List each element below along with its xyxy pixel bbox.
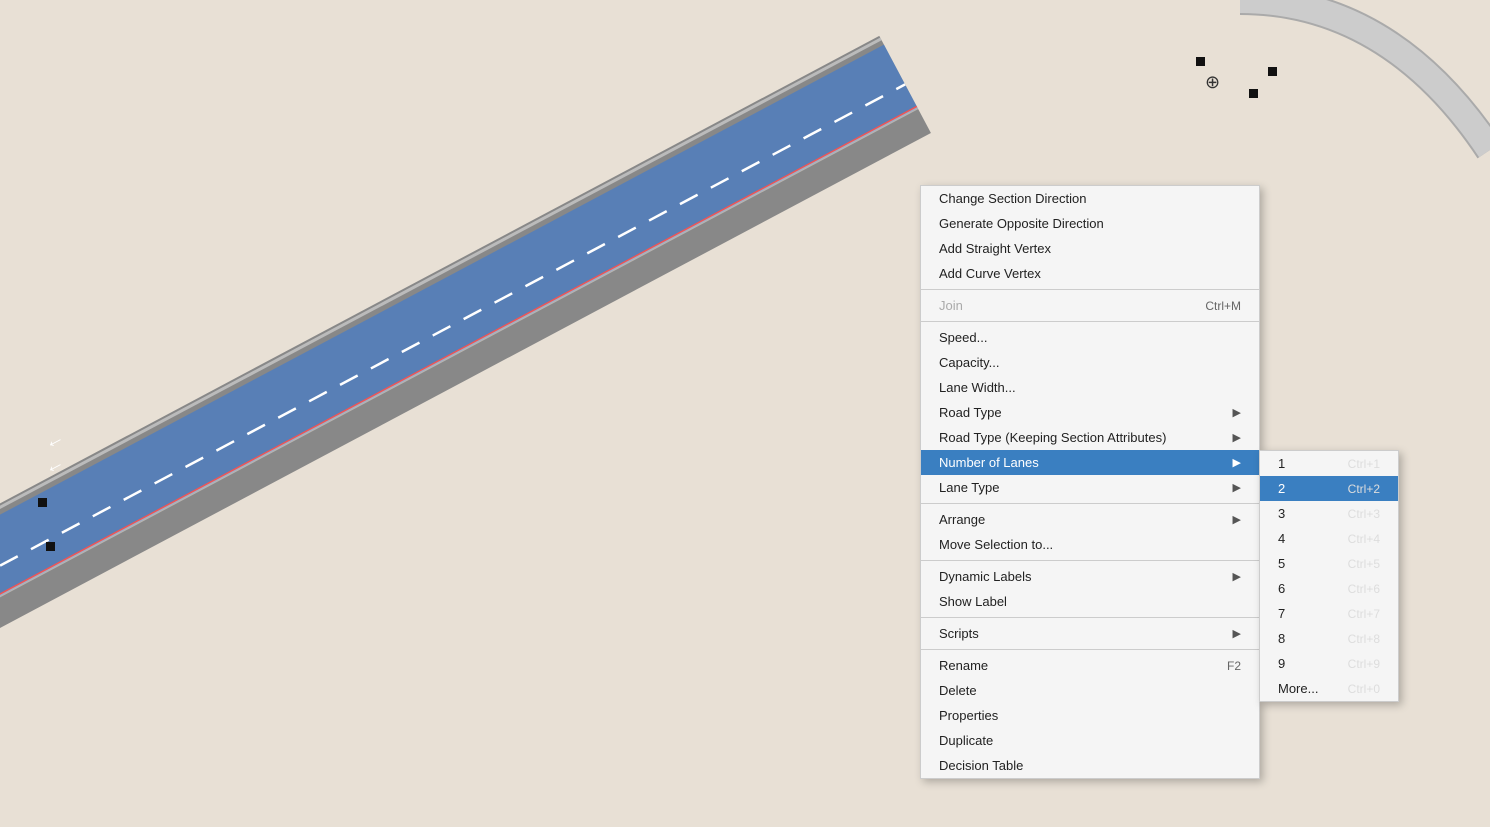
menu-item-rename[interactable]: Rename F2 bbox=[921, 653, 1259, 678]
submenu-item-label: 1 bbox=[1278, 456, 1285, 471]
menu-item-road-type-keeping[interactable]: Road Type (Keeping Section Attributes) ▶ bbox=[921, 425, 1259, 450]
submenu-item-lane-6[interactable]: 6 Ctrl+6 bbox=[1260, 576, 1398, 601]
menu-item-label: Duplicate bbox=[939, 733, 993, 748]
submenu-item-label: 4 bbox=[1278, 531, 1285, 546]
menu-item-label: Lane Width... bbox=[939, 380, 1016, 395]
submenu-item-label: 5 bbox=[1278, 556, 1285, 571]
svg-text:⊕: ⊕ bbox=[1205, 72, 1220, 92]
submenu-item-lane-1[interactable]: 1 Ctrl+1 bbox=[1260, 451, 1398, 476]
submenu-item-label: 8 bbox=[1278, 631, 1285, 646]
menu-item-label: Change Section Direction bbox=[939, 191, 1086, 206]
submenu-item-lane-3[interactable]: 3 Ctrl+3 bbox=[1260, 501, 1398, 526]
submenu-item-lane-5[interactable]: 5 Ctrl+5 bbox=[1260, 551, 1398, 576]
submenu-item-lane-4[interactable]: 4 Ctrl+4 bbox=[1260, 526, 1398, 551]
menu-item-join[interactable]: Join Ctrl+M bbox=[921, 293, 1259, 318]
submenu-item-lane-8[interactable]: 8 Ctrl+8 bbox=[1260, 626, 1398, 651]
menu-item-lane-type[interactable]: Lane Type ▶ bbox=[921, 475, 1259, 500]
submenu-item-label: 6 bbox=[1278, 581, 1285, 596]
submenu-item-shortcut: Ctrl+7 bbox=[1348, 607, 1380, 621]
menu-item-label: Road Type (Keeping Section Attributes) bbox=[939, 430, 1166, 445]
menu-separator bbox=[921, 649, 1259, 650]
menu-separator bbox=[921, 503, 1259, 504]
menu-item-road-type[interactable]: Road Type ▶ bbox=[921, 400, 1259, 425]
menu-item-speed[interactable]: Speed... bbox=[921, 325, 1259, 350]
menu-item-shortcut: F2 bbox=[1227, 659, 1241, 673]
menu-item-label: Delete bbox=[939, 683, 977, 698]
number-of-lanes-submenu: 1 Ctrl+1 2 Ctrl+2 3 Ctrl+3 4 Ctrl+4 5 Ctrl+5 6 Ctrl… bbox=[1259, 450, 1399, 702]
submenu-item-shortcut: Ctrl+1 bbox=[1348, 457, 1380, 471]
submenu-item-lane-7[interactable]: 7 Ctrl+7 bbox=[1260, 601, 1398, 626]
menu-item-shortcut: Ctrl+M bbox=[1205, 299, 1241, 313]
submenu-item-shortcut: Ctrl+6 bbox=[1348, 582, 1380, 596]
context-menu: Change Section Direction Generate Opposit… bbox=[920, 185, 1260, 779]
menu-item-label: Number of Lanes bbox=[939, 455, 1039, 470]
menu-item-label: Add Straight Vertex bbox=[939, 241, 1051, 256]
submenu-arrow-icon: ▶ bbox=[1233, 481, 1241, 494]
submenu-arrow-icon: ▶ bbox=[1233, 406, 1241, 419]
submenu-item-shortcut: Ctrl+9 bbox=[1348, 657, 1380, 671]
menu-item-label: Join bbox=[939, 298, 963, 313]
menu-item-label: Rename bbox=[939, 658, 988, 673]
menu-item-properties[interactable]: Properties bbox=[921, 703, 1259, 728]
menu-item-delete[interactable]: Delete bbox=[921, 678, 1259, 703]
menu-item-number-of-lanes[interactable]: Number of Lanes▶1Ctrl+12Ctrl+23Ctrl+34Ct… bbox=[921, 450, 1259, 475]
submenu-item-label: 7 bbox=[1278, 606, 1285, 621]
submenu-item-shortcut: Ctrl+5 bbox=[1348, 557, 1380, 571]
menu-item-label: Show Label bbox=[939, 594, 1007, 609]
menu-item-show-label[interactable]: Show Label bbox=[921, 589, 1259, 614]
menu-item-add-straight-vertex[interactable]: Add Straight Vertex bbox=[921, 236, 1259, 261]
submenu-arrow-icon: ▶ bbox=[1233, 431, 1241, 444]
menu-item-lane-width[interactable]: Lane Width... bbox=[921, 375, 1259, 400]
menu-item-label: Speed... bbox=[939, 330, 987, 345]
menu-item-label: Lane Type bbox=[939, 480, 999, 495]
submenu-item-shortcut: Ctrl+8 bbox=[1348, 632, 1380, 646]
menu-item-dynamic-labels[interactable]: Dynamic Labels ▶ bbox=[921, 564, 1259, 589]
submenu-arrow-icon: ▶ bbox=[1233, 513, 1241, 526]
menu-separator bbox=[921, 321, 1259, 322]
submenu-arrow-icon: ▶ bbox=[1233, 570, 1241, 583]
menu-item-label: Move Selection to... bbox=[939, 537, 1053, 552]
submenu-item-label: 2 bbox=[1278, 481, 1285, 496]
menu-item-generate-opposite-direction[interactable]: Generate Opposite Direction bbox=[921, 211, 1259, 236]
menu-item-label: Dynamic Labels bbox=[939, 569, 1032, 584]
menu-item-label: Decision Table bbox=[939, 758, 1023, 773]
menu-separator bbox=[921, 617, 1259, 618]
submenu-arrow-icon: ▶ bbox=[1233, 627, 1241, 640]
menu-item-label: Scripts bbox=[939, 626, 979, 641]
submenu-item-shortcut: Ctrl+0 bbox=[1348, 682, 1380, 696]
menu-item-scripts[interactable]: Scripts ▶ bbox=[921, 621, 1259, 646]
submenu-item-label: 9 bbox=[1278, 656, 1285, 671]
submenu-item-shortcut: Ctrl+3 bbox=[1348, 507, 1380, 521]
submenu-item-shortcut: Ctrl+2 bbox=[1348, 482, 1380, 496]
submenu-arrow-icon: ▶ bbox=[1233, 456, 1241, 469]
submenu-item-lane-2[interactable]: 2 Ctrl+2 bbox=[1260, 476, 1398, 501]
menu-item-label: Road Type bbox=[939, 405, 1002, 420]
menu-item-label: Arrange bbox=[939, 512, 985, 527]
menu-separator bbox=[921, 289, 1259, 290]
menu-item-label: Properties bbox=[939, 708, 998, 723]
menu-item-change-section-direction[interactable]: Change Section Direction bbox=[921, 186, 1259, 211]
menu-item-add-curve-vertex[interactable]: Add Curve Vertex bbox=[921, 261, 1259, 286]
menu-item-capacity[interactable]: Capacity... bbox=[921, 350, 1259, 375]
menu-item-duplicate[interactable]: Duplicate bbox=[921, 728, 1259, 753]
submenu-item-label: 3 bbox=[1278, 506, 1285, 521]
menu-item-arrange[interactable]: Arrange ▶ bbox=[921, 507, 1259, 532]
svg-text:←: ← bbox=[40, 426, 68, 455]
menu-separator bbox=[921, 560, 1259, 561]
menu-item-label: Capacity... bbox=[939, 355, 999, 370]
submenu-item-label: More... bbox=[1278, 681, 1318, 696]
submenu-item-lane-9[interactable]: 9 Ctrl+9 bbox=[1260, 651, 1398, 676]
submenu-item-lane-more[interactable]: More... Ctrl+0 bbox=[1260, 676, 1398, 701]
menu-item-label: Add Curve Vertex bbox=[939, 266, 1041, 281]
menu-item-label: Generate Opposite Direction bbox=[939, 216, 1104, 231]
menu-item-decision-table[interactable]: Decision Table bbox=[921, 753, 1259, 778]
submenu-item-shortcut: Ctrl+4 bbox=[1348, 532, 1380, 546]
menu-item-move-selection-to[interactable]: Move Selection to... bbox=[921, 532, 1259, 557]
